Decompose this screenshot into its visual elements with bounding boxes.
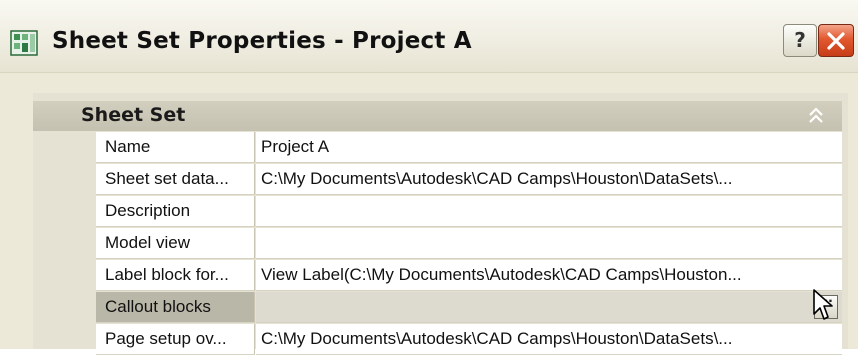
mouse-pointer-icon <box>813 289 833 320</box>
close-button[interactable] <box>818 24 854 57</box>
property-row-label-block[interactable]: Label block for... View Label(C:\My Docu… <box>96 260 842 292</box>
property-row-page-setup[interactable]: Page setup ov... C:\My Documents\Autodes… <box>96 324 842 356</box>
property-label: Description <box>96 196 255 227</box>
property-row-sheet-set-data[interactable]: Sheet set data... C:\My Documents\Autode… <box>96 164 842 196</box>
property-label: Model view <box>96 228 255 259</box>
sheet-set-app-icon <box>10 30 38 56</box>
property-row-description[interactable]: Description <box>96 196 842 228</box>
property-value[interactable]: C:\My Documents\Autodesk\CAD Camps\Houst… <box>256 164 842 195</box>
property-label: Name <box>96 132 255 163</box>
property-row-model-view[interactable]: Model view <box>96 228 842 260</box>
property-value[interactable]: C:\My Documents\Autodesk\CAD Camps\Houst… <box>256 324 842 355</box>
property-value[interactable] <box>256 196 842 227</box>
property-label: Page setup ov... <box>96 324 255 355</box>
property-row-name[interactable]: Name Project A <box>96 132 842 164</box>
property-label: Callout blocks <box>96 292 255 323</box>
property-value[interactable]: Project A <box>256 132 842 163</box>
property-value[interactable] <box>256 228 842 259</box>
sheet-set-group-header[interactable]: Sheet Set <box>33 101 842 131</box>
property-label: Label block for... <box>96 260 255 291</box>
property-value[interactable] <box>256 292 842 323</box>
close-icon <box>827 32 845 50</box>
property-label: Sheet set data... <box>96 164 255 195</box>
window-title: Sheet Set Properties - Project A <box>52 28 472 54</box>
property-value[interactable]: View Label(C:\My Documents\Autodesk\CAD … <box>256 260 842 291</box>
double-chevron-up-icon[interactable] <box>803 103 829 129</box>
title-bar[interactable]: Sheet Set Properties - Project A ? <box>0 0 858 73</box>
sheet-set-properties-window: Sheet Set Properties - Project A ? Sheet… <box>0 0 858 355</box>
help-button[interactable]: ? <box>783 24 817 57</box>
group-title: Sheet Set <box>81 104 186 126</box>
property-row-callout-blocks[interactable]: Callout blocks ... <box>96 289 842 324</box>
dialog-content: Sheet Set Name Project A Sheet set data.… <box>0 73 858 355</box>
help-icon: ? <box>794 28 806 52</box>
